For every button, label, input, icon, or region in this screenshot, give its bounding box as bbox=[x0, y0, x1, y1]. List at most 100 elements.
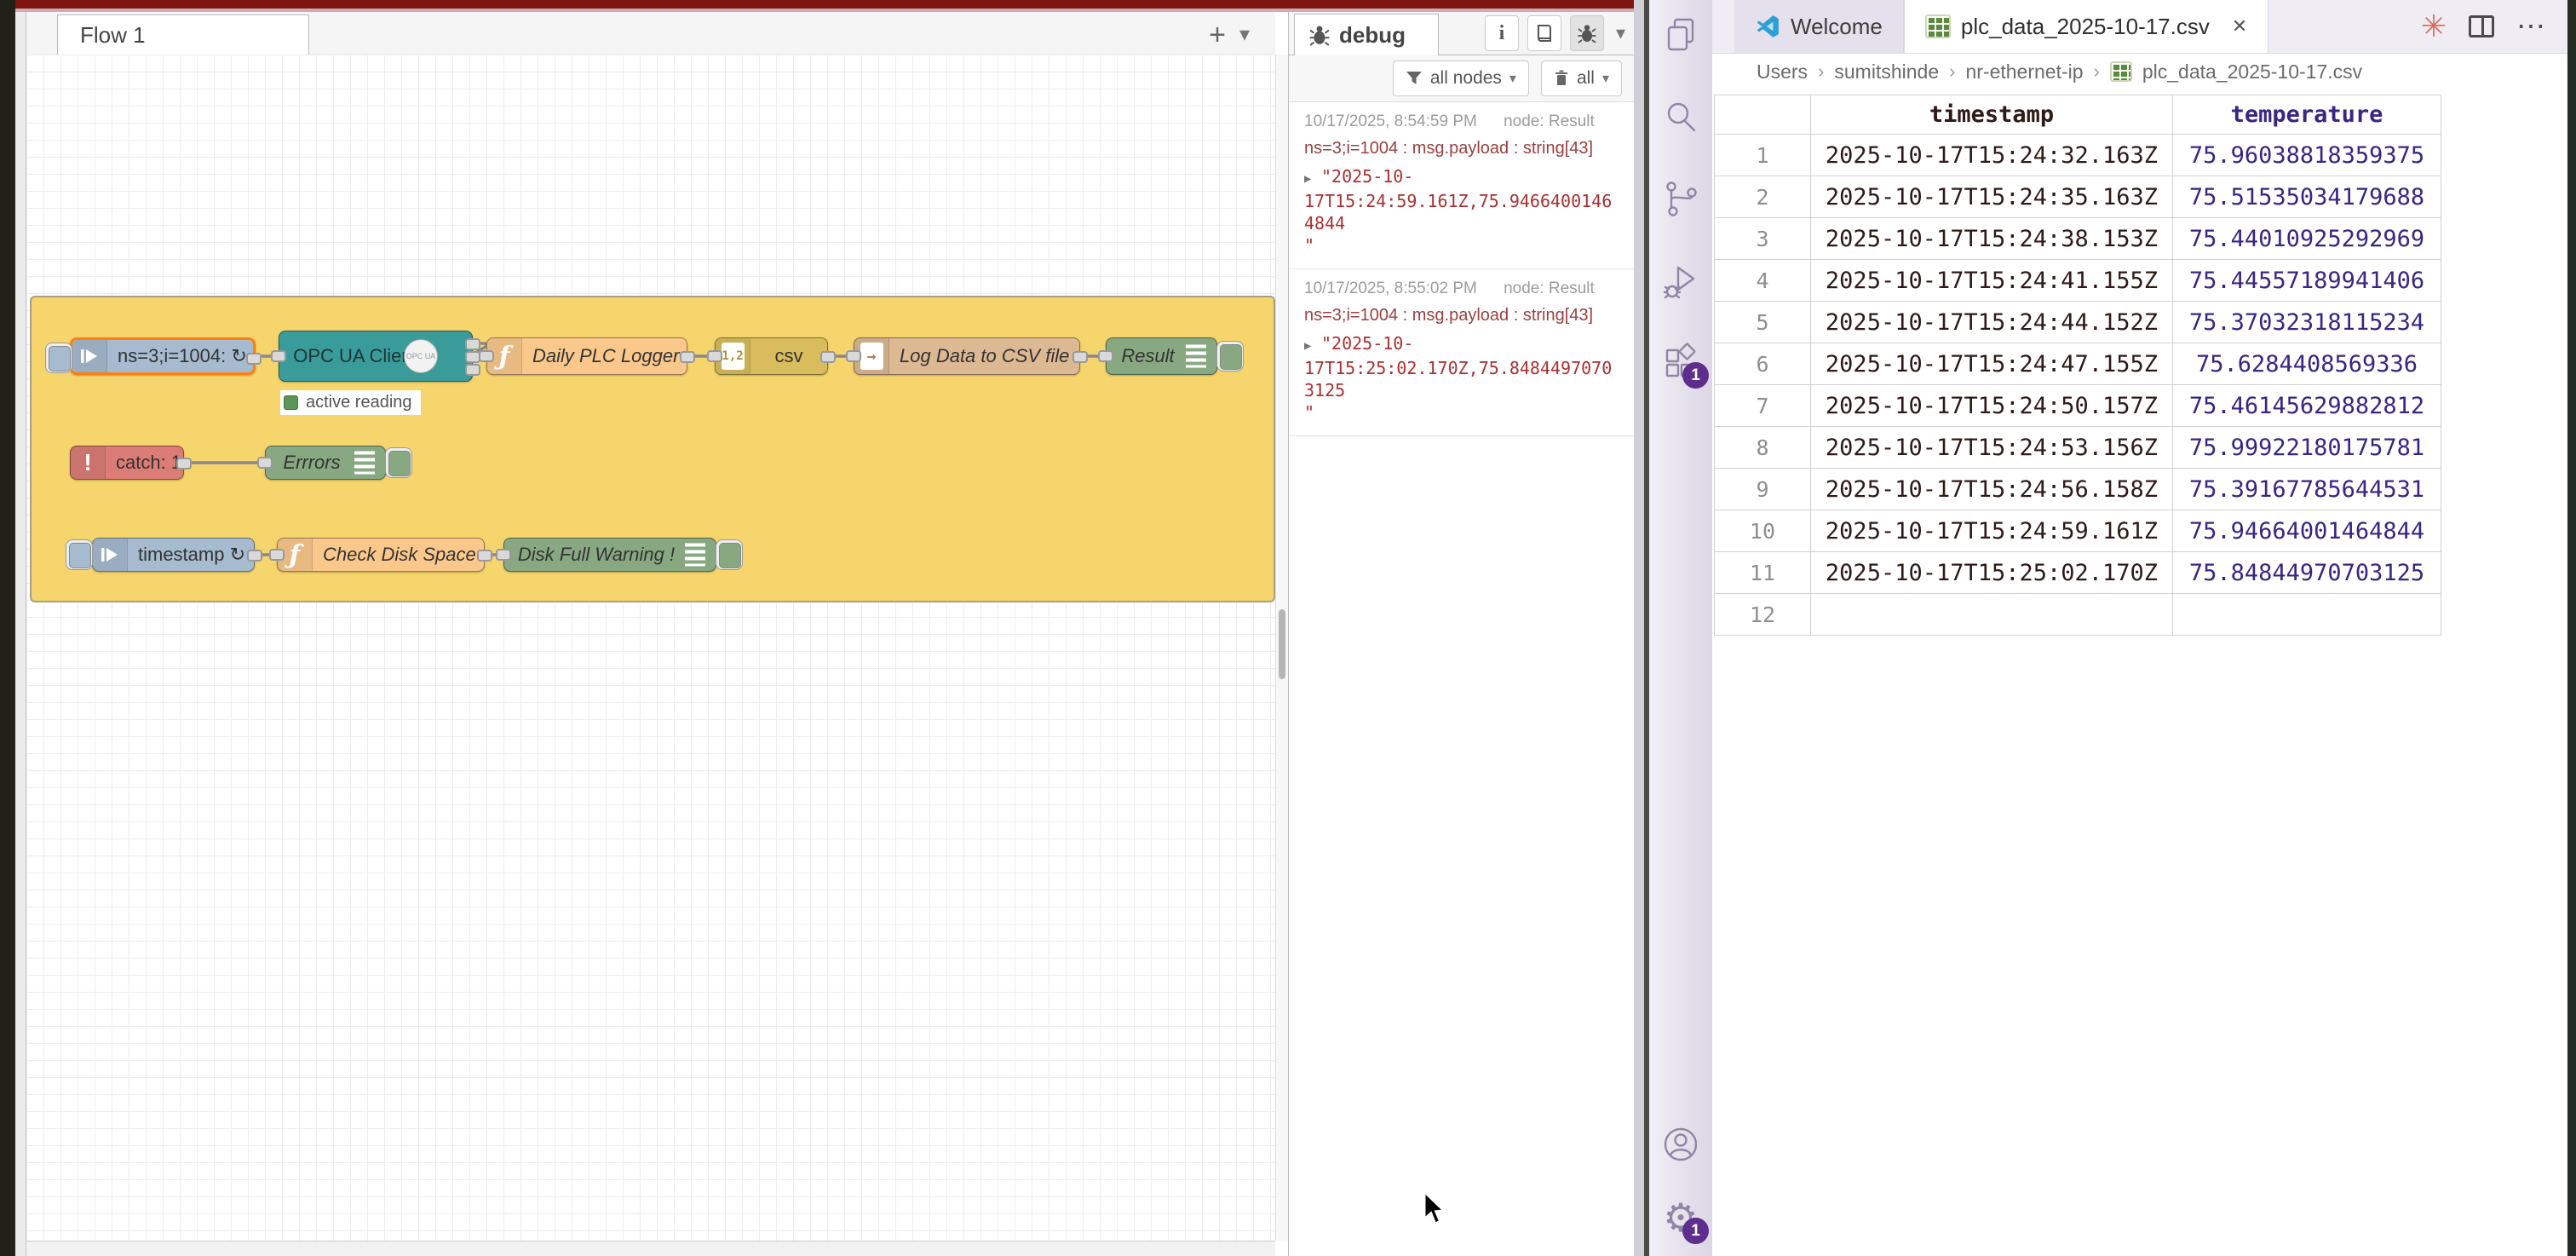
input-port[interactable] bbox=[257, 457, 273, 469]
output-port[interactable] bbox=[680, 351, 695, 363]
debug-filter-button[interactable]: all nodes ▾ bbox=[1393, 60, 1529, 96]
expand-caret-icon[interactable]: ▶ bbox=[1304, 335, 1321, 357]
add-flow-button[interactable]: + bbox=[1200, 19, 1234, 51]
cell-timestamp[interactable]: 2025-10-17T15:24:38.153Z bbox=[1811, 218, 2173, 260]
run-debug-icon[interactable] bbox=[1659, 259, 1702, 302]
inject-icon bbox=[72, 340, 107, 372]
help-sidebar-button[interactable] bbox=[1527, 15, 1561, 51]
breadcrumb-item[interactable]: nr-ethernet-ip bbox=[1965, 60, 2083, 84]
cell-temperature[interactable]: 75.44010925292969 bbox=[2173, 218, 2441, 260]
cell-timestamp[interactable]: 2025-10-17T15:24:41.155Z bbox=[1811, 260, 2173, 302]
cell-timestamp[interactable] bbox=[1811, 594, 2173, 636]
cell-temperature[interactable]: 75.44557189941406 bbox=[2173, 260, 2441, 302]
breadcrumb-item[interactable]: Users bbox=[1757, 60, 1808, 84]
settings-gear-icon[interactable]: ⚙ 1 bbox=[1659, 1196, 1702, 1239]
input-port[interactable] bbox=[707, 350, 722, 362]
debug-toolbar: all nodes ▾ all ▾ bbox=[1289, 55, 1634, 102]
account-icon[interactable] bbox=[1659, 1123, 1702, 1166]
explorer-icon[interactable] bbox=[1659, 14, 1702, 56]
cell-timestamp[interactable]: 2025-10-17T15:24:50.157Z bbox=[1811, 385, 2173, 427]
cell-temperature[interactable]: 75.94664001464844 bbox=[2173, 510, 2441, 552]
breadcrumb-item[interactable]: plc_data_2025-10-17.csv bbox=[2142, 60, 2362, 84]
info-sidebar-button[interactable]: i bbox=[1485, 15, 1519, 51]
output-port[interactable] bbox=[1072, 351, 1088, 363]
cell-temperature[interactable]: 75.51535034179688 bbox=[2173, 176, 2441, 218]
output-port[interactable] bbox=[477, 550, 492, 562]
settings-badge: 1 bbox=[1682, 1218, 1709, 1244]
debug-clear-button[interactable]: all ▾ bbox=[1541, 60, 1622, 96]
output-port[interactable] bbox=[247, 550, 262, 562]
output-port[interactable] bbox=[246, 353, 262, 365]
cell-timestamp[interactable]: 2025-10-17T15:24:59.161Z bbox=[1811, 510, 2173, 552]
output-port[interactable] bbox=[176, 458, 192, 470]
flow-node-file1[interactable]: →Log Data to CSV file bbox=[854, 337, 1080, 375]
canvas-bottom-scroll-track[interactable] bbox=[26, 1241, 1275, 1256]
debug-toggle-button[interactable] bbox=[716, 539, 743, 570]
flow-node-opcua[interactable]: OPC UA ClientOPC UA bbox=[279, 331, 473, 382]
output-port[interactable] bbox=[465, 338, 480, 350]
flow-node-inject2[interactable]: timestamp ↻ bbox=[92, 538, 255, 572]
tab-welcome[interactable]: Welcome bbox=[1734, 0, 1904, 53]
cell-timestamp[interactable]: 2025-10-17T15:24:35.163Z bbox=[1811, 176, 2173, 218]
debug-toggle-button[interactable] bbox=[1216, 341, 1244, 372]
cell-temperature[interactable]: 75.84844970703125 bbox=[2173, 552, 2441, 594]
cell-timestamp[interactable]: 2025-10-17T15:24:53.156Z bbox=[1811, 427, 2173, 469]
cell-timestamp[interactable]: 2025-10-17T15:24:56.158Z bbox=[1811, 469, 2173, 510]
cell-timestamp[interactable]: 2025-10-17T15:24:47.155Z bbox=[1811, 343, 2173, 385]
scrollbar-thumb[interactable] bbox=[1279, 609, 1285, 679]
inject-button[interactable] bbox=[45, 343, 72, 373]
input-port[interactable] bbox=[271, 350, 286, 362]
window-gutter bbox=[15, 0, 26, 1256]
close-tab-icon[interactable]: ✕ bbox=[2232, 15, 2247, 37]
inject-button[interactable] bbox=[66, 539, 93, 570]
cell-temperature[interactable]: 75.46145629882812 bbox=[2173, 385, 2441, 427]
expand-caret-icon[interactable]: ▶ bbox=[1304, 168, 1321, 190]
input-port[interactable] bbox=[479, 350, 494, 362]
cell-temperature[interactable]: 75.99922180175781 bbox=[2173, 427, 2441, 469]
cell-temperature[interactable]: 75.96038818359375 bbox=[2173, 135, 2441, 176]
input-port[interactable] bbox=[846, 350, 861, 362]
output-port[interactable] bbox=[820, 351, 836, 363]
extensions-icon[interactable]: 1 bbox=[1659, 341, 1702, 383]
flow-list-caret-icon[interactable]: ▾ bbox=[1239, 22, 1250, 47]
cell-timestamp[interactable]: 2025-10-17T15:25:02.170Z bbox=[1811, 552, 2173, 594]
source-control-icon[interactable] bbox=[1659, 177, 1702, 220]
canvas-vertical-scrollbar[interactable] bbox=[1275, 55, 1288, 1241]
cell-temperature[interactable]: 75.6284408569336 bbox=[2173, 343, 2441, 385]
tab-csv-file[interactable]: plc_data_2025-10-17.csv ✕ bbox=[1904, 0, 2268, 53]
rainbow-csv-icon[interactable]: ✳ bbox=[2421, 9, 2447, 44]
editor-actions: ✳ ⋯ bbox=[2421, 0, 2547, 53]
input-port[interactable] bbox=[496, 549, 511, 561]
search-icon[interactable] bbox=[1659, 95, 1702, 138]
cell-temperature[interactable] bbox=[2173, 594, 2441, 636]
caret-down-icon: ▾ bbox=[1602, 70, 1609, 87]
window-left-edge bbox=[0, 0, 15, 1256]
sidebar-menu-caret-icon[interactable]: ▾ bbox=[1616, 22, 1625, 44]
breadcrumb-item[interactable]: sumitshinde bbox=[1834, 60, 1939, 84]
debug-sidebar-button[interactable] bbox=[1570, 15, 1604, 51]
split-editor-icon[interactable] bbox=[2469, 15, 2494, 37]
input-port[interactable] bbox=[1098, 350, 1113, 362]
screen-right-edge bbox=[2567, 0, 2576, 1256]
flow-canvas[interactable]: ns=3;i=1004: ↻ OPC UA ClientOPC UA ƒDaily … bbox=[26, 55, 1275, 1241]
tab-label: Welcome bbox=[1791, 14, 1883, 40]
chevron-right-icon: › bbox=[1949, 60, 1955, 83]
flow-node-dbg-result[interactable]: Result bbox=[1106, 337, 1217, 375]
flow-node-inject1[interactable]: ns=3;i=1004: ↻ bbox=[70, 337, 256, 375]
flow-node-func2[interactable]: ƒCheck Disk Space bbox=[277, 538, 485, 572]
tab-flow-1[interactable]: Flow 1 bbox=[57, 14, 309, 55]
cell-timestamp[interactable]: 2025-10-17T15:24:32.163Z bbox=[1811, 135, 2173, 176]
output-port[interactable] bbox=[465, 364, 480, 376]
tab-debug[interactable]: debug bbox=[1294, 14, 1439, 55]
input-port[interactable] bbox=[269, 549, 285, 561]
flow-node-dbg-errors[interactable]: Errrors bbox=[265, 446, 386, 480]
cell-timestamp[interactable]: 2025-10-17T15:24:44.152Z bbox=[1811, 302, 2173, 343]
cell-temperature[interactable]: 75.37032318115234 bbox=[2173, 302, 2441, 343]
flow-node-dbg-disk[interactable]: Disk Full Warning ! bbox=[503, 538, 716, 572]
debug-toggle-button[interactable] bbox=[385, 447, 412, 478]
more-actions-icon[interactable]: ⋯ bbox=[2516, 9, 2547, 43]
flow-node-csv[interactable]: 1,2csv bbox=[715, 337, 828, 375]
flow-node-catch1[interactable]: !catch: 1 bbox=[70, 446, 184, 480]
cell-temperature[interactable]: 75.39167785644531 bbox=[2173, 469, 2441, 510]
flow-node-func1[interactable]: ƒDaily PLC Logger bbox=[486, 337, 687, 375]
